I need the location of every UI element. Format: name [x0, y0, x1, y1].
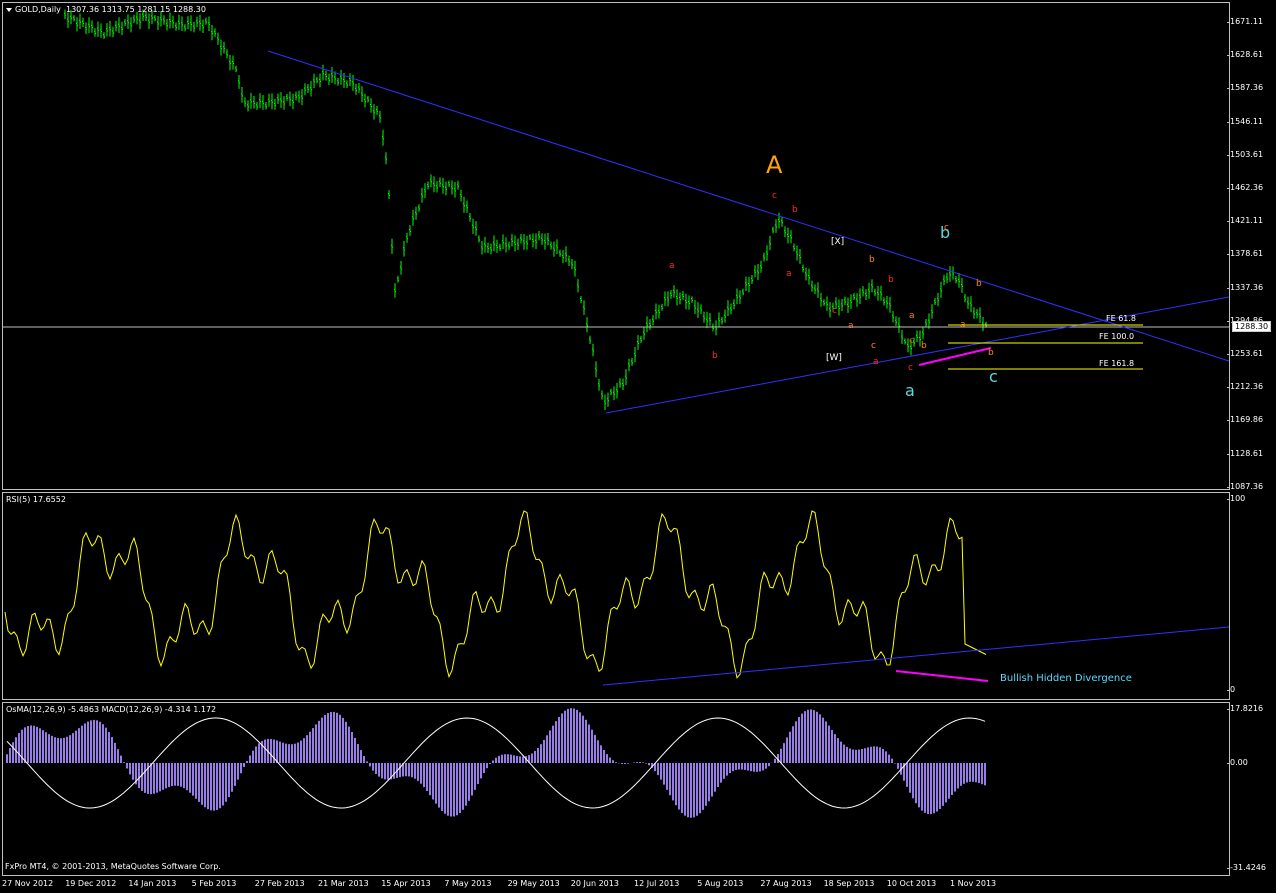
rsi-scale: 100 0 — [1226, 492, 1276, 698]
price-scale-tick: 1546.11 — [1226, 116, 1264, 126]
osma-scale-bottom: -31.4246 — [1227, 863, 1266, 872]
wave-label-small: a — [909, 311, 915, 321]
wave-label-small: b — [976, 279, 982, 289]
price-scale-tick: 1169.86 — [1226, 415, 1264, 425]
upper-trendline — [267, 50, 1229, 362]
price-scale-tick: 1212.36 — [1226, 382, 1264, 392]
wave-label-A: A — [766, 151, 783, 179]
price-scale-tick: 1337.36 — [1226, 282, 1264, 292]
price-scale-tick: 1378.61 — [1226, 249, 1264, 259]
current-price-tag: 1288.30 — [1232, 321, 1272, 332]
ohlc-values: 1307.36 1313.75 1281.15 1288.30 — [66, 5, 206, 14]
price-scale-tick: 1587.36 — [1226, 83, 1264, 93]
chart-menu-icon[interactable] — [6, 7, 12, 12]
time-axis-label: 21 Mar 2013 — [318, 879, 369, 888]
wave-label-small: a — [873, 357, 879, 367]
wave-label-W: [W] — [826, 353, 842, 363]
price-scale-tick: 1421.11 — [1226, 216, 1264, 226]
price-scale-tick: 1253.61 — [1226, 349, 1264, 358]
time-axis-label: 18 Sep 2013 — [823, 879, 875, 888]
time-axis-label: 7 May 2013 — [444, 879, 492, 888]
rsi-divergence-line — [895, 670, 989, 682]
time-axis-label: 19 Dec 2012 — [65, 879, 117, 888]
fib-label-161-8: FE 161.8 — [1099, 359, 1135, 368]
wave-label-small: b — [869, 255, 875, 265]
time-axis-label: 15 Apr 2013 — [381, 879, 431, 888]
copyright-footer: FxPro MT4, © 2001-2013, MetaQuotes Softw… — [5, 862, 221, 871]
symbol-label: GOLD,Daily — [15, 5, 61, 14]
price-scale-tick: 1628.61 — [1226, 50, 1264, 60]
time-axis-label: 5 Aug 2013 — [697, 879, 744, 888]
rsi-label: RSI(5) 17.6552 — [6, 495, 66, 504]
rsi-line — [4, 510, 987, 679]
osma-scale: 17.8216 0.00 -31.4246 — [1226, 702, 1276, 874]
rsi-trendline — [602, 626, 1229, 686]
wave-label-small: a — [786, 269, 792, 279]
time-axis-label: 20 Jun 2013 — [570, 879, 619, 888]
time-axis-label: 29 May 2013 — [507, 879, 560, 888]
price-scale-tick: 1503.61 — [1226, 149, 1264, 159]
divergence-note: Bullish Hidden Divergence — [1000, 673, 1132, 684]
fib-label-100: FE 100.0 — [1099, 332, 1135, 341]
price-chart-pane[interactable]: GOLD,Daily 1307.36 1313.75 1281.15 1288.… — [2, 2, 1230, 490]
price-chart — [3, 9, 1229, 414]
osma-scale-zero: 0.00 — [1227, 758, 1248, 767]
wave-label-small: b — [712, 351, 718, 361]
wave-label-small: c — [909, 336, 914, 346]
rsi-scale-bottom: 0 — [1226, 685, 1236, 694]
time-axis-label: 12 Jul 2013 — [634, 879, 680, 888]
time-axis-label: 27 Aug 2013 — [760, 879, 812, 888]
fib-label-61-8: FE 61.8 — [1106, 314, 1137, 323]
wave-label-small: c — [871, 341, 876, 351]
price-divergence-line — [918, 347, 992, 366]
wave-label-small: a — [848, 321, 854, 331]
price-scale-tick: 1128.61 — [1226, 448, 1264, 458]
wave-label-small: c — [832, 306, 837, 316]
wave-label-small: b — [888, 275, 894, 285]
price-scale-tick: 1462.36 — [1226, 183, 1264, 192]
time-axis: 27 Nov 2012 19 Dec 2012 14 Jan 2013 5 Feb 2… — [0, 877, 1230, 893]
rsi-pane[interactable]: RSI(5) 17.6552 Bullish Hidden Divergence — [2, 492, 1230, 700]
price-scale-tick: 1671.11 — [1226, 17, 1264, 26]
wave-label-small: a — [669, 261, 675, 271]
time-axis-label: 10 Oct 2013 — [886, 879, 937, 888]
wave-label-X: [X] — [831, 237, 845, 247]
wave-label-small: b — [921, 341, 927, 351]
wave-label-small: a — [960, 320, 966, 330]
wave-label-small: c — [908, 363, 913, 373]
osma-chart — [6, 708, 986, 818]
rsi-scale-top: 100 — [1226, 494, 1246, 503]
time-axis-label: 1 Nov 2013 — [950, 879, 997, 888]
wave-label-small: b — [988, 348, 994, 358]
wave-label-c-major: c — [989, 367, 998, 386]
time-axis-label: 27 Feb 2013 — [254, 879, 305, 888]
osma-label: OsMA(12,26,9) -5.4863 MACD(12,26,9) -4.3… — [6, 705, 217, 714]
wave-label-a-major: a — [905, 381, 915, 400]
time-axis-label: 27 Nov 2012 — [2, 879, 54, 888]
wave-label-small: c — [944, 223, 949, 233]
price-scale: 1671.11 1628.61 1587.36 1546.11 1503.61 1462.… — [1226, 2, 1276, 491]
osma-macd-pane[interactable]: OsMA(12,26,9) -5.4863 MACD(12,26,9) -4.3… — [2, 702, 1230, 876]
osma-scale-top: 17.8216 — [1226, 704, 1264, 713]
price-scale-tick: 1087.36 — [1226, 481, 1264, 491]
time-axis-label: 5 Feb 2013 — [191, 879, 237, 888]
rsi-chart — [4, 510, 1229, 686]
wave-label-small: b — [792, 205, 798, 215]
chart-header: GOLD,Daily 1307.36 1313.75 1281.15 1288.… — [6, 5, 206, 14]
time-axis-label: 14 Jan 2013 — [128, 879, 177, 888]
wave-label-small: c — [772, 191, 777, 201]
